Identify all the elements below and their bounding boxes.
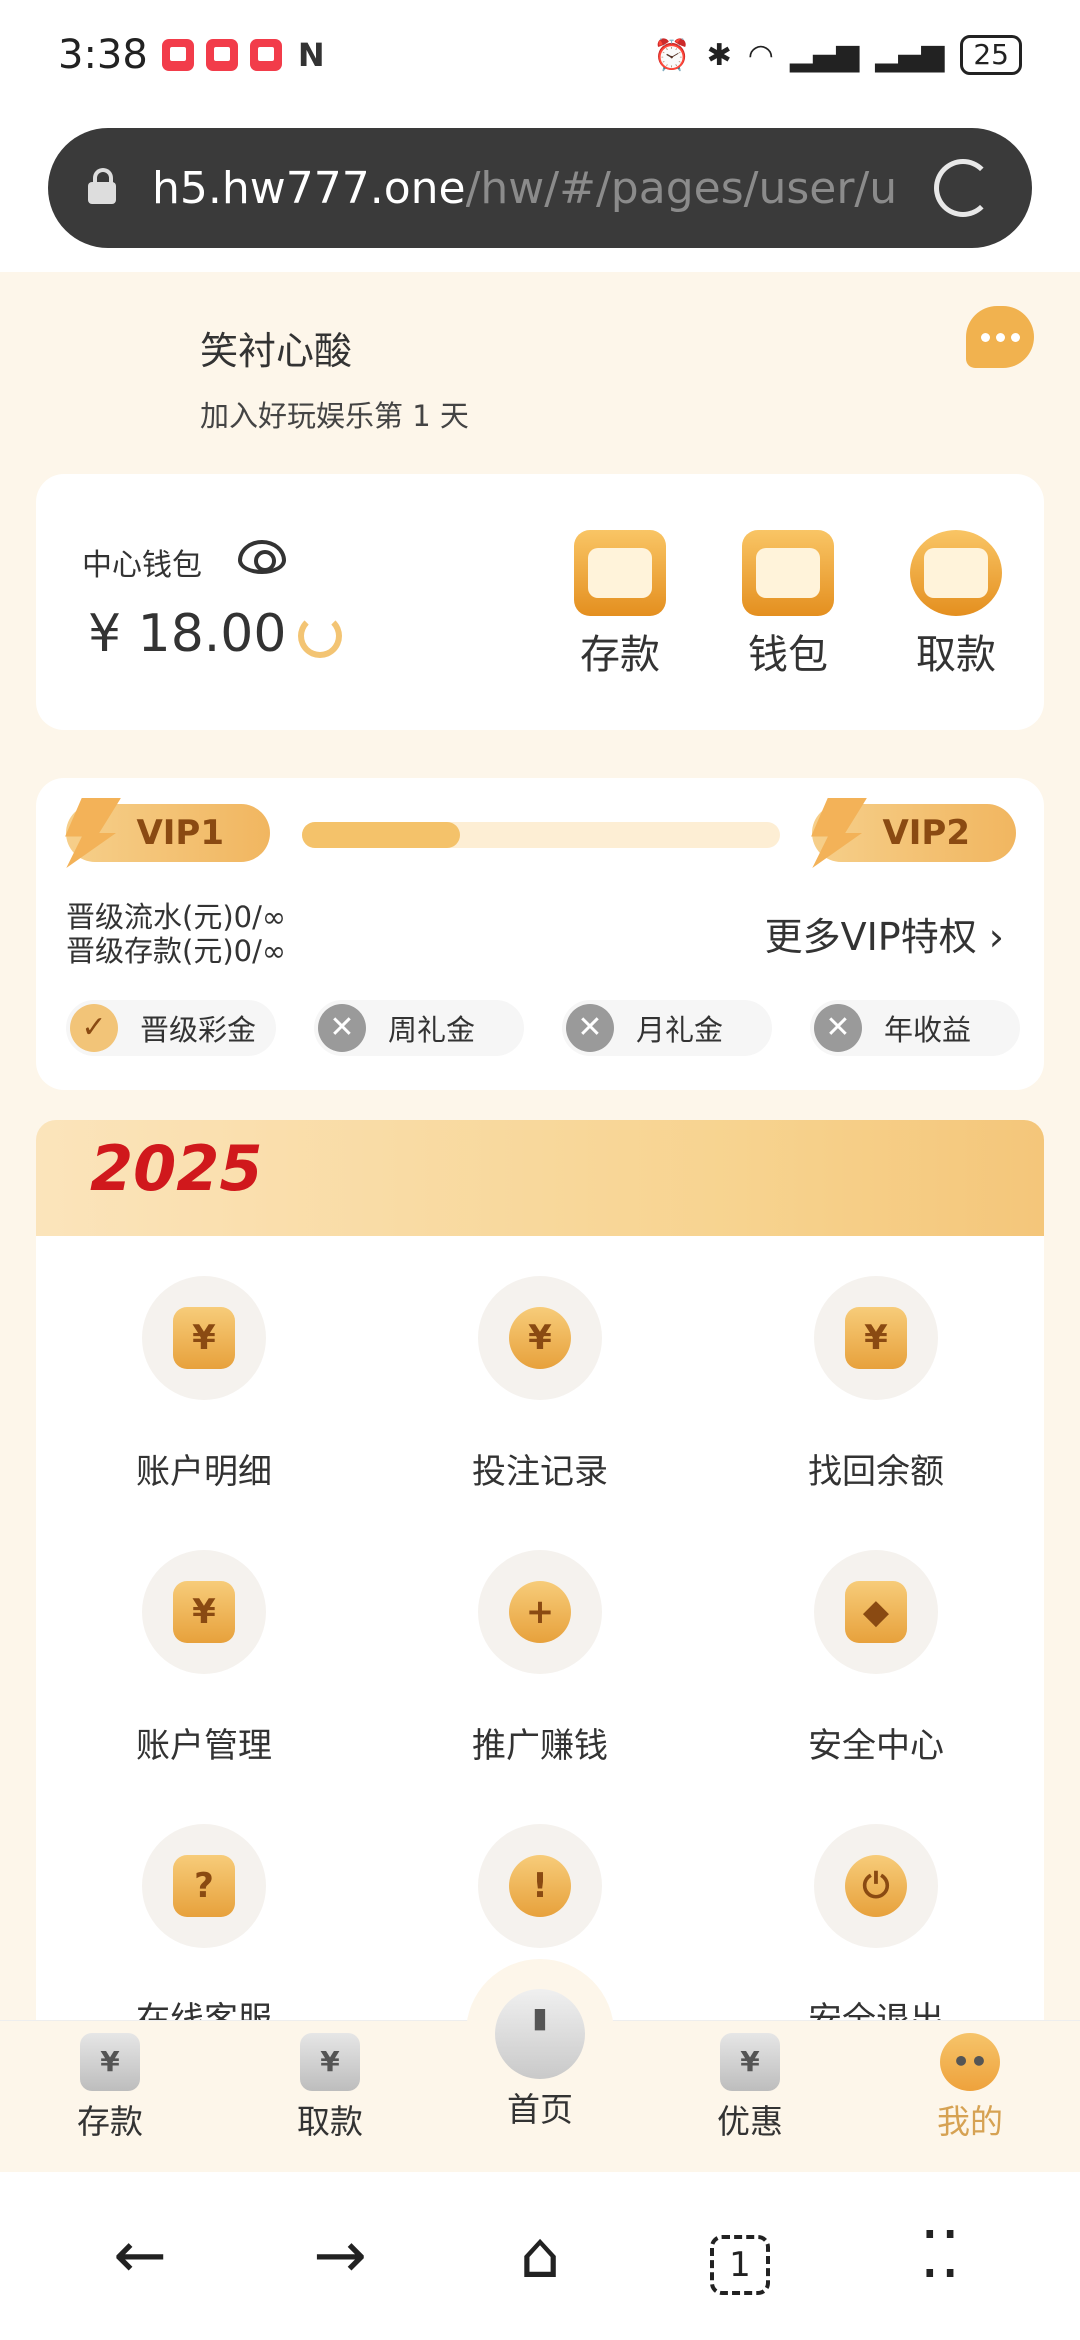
url-path: /hw/#/pages/user/u (465, 162, 896, 214)
alarm-icon: ⏰ (653, 37, 691, 73)
benefit-chip: ✕ 月礼金 (562, 1000, 772, 1056)
status-icons: ⏰ ✱ ◠ ▂▄▆ ▂▄▆ 25 (653, 35, 1022, 75)
menu-grid: ¥ 账户明细 ¥ 投注记录 ¥ 找回余额 ¥ 账户管理 + 推广赚钱 ◆ 安全中… (36, 1236, 1044, 2020)
tabs-button[interactable]: 1 (680, 2218, 800, 2295)
profile-icon: •• (940, 2033, 1000, 2091)
withdraw-icon: ¥ (300, 2033, 360, 2091)
help-icon: ? (173, 1855, 235, 1917)
power-icon: ⏻ (845, 1855, 907, 1917)
reload-icon[interactable] (934, 159, 992, 217)
tab-home[interactable]: ▮ 首页 (480, 1989, 600, 2131)
refresh-icon[interactable] (298, 614, 342, 658)
battery-icon: 25 (960, 35, 1022, 75)
year-logo: 2025 (90, 1132, 263, 1205)
withdraw-button[interactable]: 取款 (896, 530, 1016, 680)
deposit-requirement: 晋级存款(元)0/∞ (66, 934, 287, 968)
deposit-button[interactable]: 存款 (560, 530, 680, 680)
search-yen-icon: ¥ (845, 1307, 907, 1369)
vip-progress-bar (302, 822, 780, 848)
message-icon[interactable] (966, 306, 1034, 368)
next-vip-badge: VIP2 (812, 804, 1016, 862)
promotion-icon: ¥ (720, 2033, 780, 2091)
deposit-icon (574, 530, 666, 616)
snake-home-icon: ▮ (495, 1989, 585, 2079)
calendar-yen-icon: ¥ (173, 1307, 235, 1369)
user-info: 笑衬心酸 加入好玩娱乐第 1 天 (200, 320, 469, 435)
signal-icon: ▂▄▆ (789, 37, 860, 73)
browser-toolbar: h5.hw777.one /hw/#/pages/user/u (0, 110, 1080, 272)
wallet-button-label: 钱包 (748, 632, 828, 678)
add-user-icon: + (509, 1581, 571, 1643)
browser-nav-bar: ← → ⌂ 1 ⁚⁚ (0, 2172, 1080, 2340)
menu-account-details[interactable]: ¥ 账户明细 (36, 1276, 372, 1493)
bottom-tab-bar: ¥ 存款 ¥ 取款 ▮ 首页 ¥ 优惠 •• 我的 (0, 1959, 1080, 2172)
page-content: 笑衬心酸 加入好玩娱乐第 1 天 中心钱包 ¥ 18.00 存款 钱包 取款 V… (0, 272, 1080, 2020)
year-banner: 2025 (36, 1120, 1044, 1236)
vip-card: VIP1 VIP2 晋级流水(元)0/∞ 晋级存款(元)0/∞ 更多VIP特权 … (36, 778, 1044, 1090)
menu-logout[interactable]: ⏻ 安全退出 (708, 1824, 1044, 2020)
back-arrow-icon[interactable]: ← (80, 2219, 200, 2293)
benefit-chip: ✕ 周礼金 (314, 1000, 524, 1056)
benefit-chip: ✓ 晋级彩金 (66, 1000, 276, 1056)
wallet-card: 中心钱包 ¥ 18.00 存款 钱包 取款 (36, 474, 1044, 730)
close-icon: ✕ (566, 1004, 614, 1052)
menu-recover-balance[interactable]: ¥ 找回余额 (708, 1276, 1044, 1493)
coin-icon: ¥ (509, 1307, 571, 1369)
check-icon: ✓ (70, 1004, 118, 1052)
close-icon: ✕ (318, 1004, 366, 1052)
join-days: 加入好玩娱乐第 1 天 (200, 399, 469, 433)
menu-security-center[interactable]: ◆ 安全中心 (708, 1550, 1044, 1767)
menu-account-management[interactable]: ¥ 账户管理 (36, 1550, 372, 1767)
status-bar: 3:38 N ⏰ ✱ ◠ ▂▄▆ ▂▄▆ 25 (0, 0, 1080, 110)
account-settings-icon: ¥ (173, 1581, 235, 1643)
withdraw-label: 取款 (916, 632, 996, 678)
deposit-label: 存款 (580, 632, 660, 678)
bluetooth-icon: ✱ (706, 37, 732, 73)
wallet-label: 中心钱包 (82, 548, 202, 583)
address-bar[interactable]: h5.hw777.one /hw/#/pages/user/u (48, 128, 1032, 248)
wallet-button[interactable]: 钱包 (728, 530, 848, 680)
tab-withdraw[interactable]: ¥ 取款 (270, 2033, 390, 2143)
wallet-balance: ¥ 18.00 (88, 604, 287, 664)
eye-icon[interactable] (238, 540, 286, 574)
nfc-icon: N (297, 36, 325, 74)
home-icon[interactable]: ⌂ (480, 2219, 600, 2293)
url-host: h5.hw777.one (152, 162, 466, 214)
benefit-chip: ✕ 年收益 (810, 1000, 1020, 1056)
tab-promotions[interactable]: ¥ 优惠 (690, 2033, 810, 2143)
withdraw-icon (910, 530, 1002, 616)
menu-icon[interactable]: ⁚⁚ (880, 2219, 1000, 2293)
menu-customer-service[interactable]: ? 在线客服 (36, 1824, 372, 2020)
username: 笑衬心酸 (200, 329, 353, 373)
menu-promotion[interactable]: + 推广赚钱 (372, 1550, 708, 1767)
wifi-icon: ◠ (747, 37, 774, 73)
lightning-icon (55, 798, 121, 868)
clock: 3:38 (58, 32, 148, 78)
wallet-icon (742, 530, 834, 616)
current-vip-badge: VIP1 (66, 804, 270, 862)
notification-icon (161, 39, 194, 71)
lock-icon (88, 168, 116, 204)
more-vip-link[interactable]: 更多VIP特权 › (765, 906, 1004, 961)
lightning-icon (801, 798, 867, 868)
vip-benefits: ✓ 晋级彩金 ✕ 周礼金 ✕ 月礼金 ✕ 年收益 (66, 1000, 1020, 1056)
info-icon: ! (509, 1855, 571, 1917)
notification-icon (205, 39, 238, 71)
menu-bet-records[interactable]: ¥ 投注记录 (372, 1276, 708, 1493)
tab-mine[interactable]: •• 我的 (910, 2033, 1030, 2143)
shield-icon: ◆ (845, 1581, 907, 1643)
forward-arrow-icon[interactable]: → (280, 2219, 400, 2293)
close-icon: ✕ (814, 1004, 862, 1052)
vip-progress-fill (302, 822, 460, 848)
notification-icon (249, 39, 282, 71)
signal-icon: ▂▄▆ (875, 37, 945, 73)
deposit-icon: ¥ (80, 2033, 140, 2091)
tabs-icon: 1 (710, 2234, 770, 2295)
tab-deposit[interactable]: ¥ 存款 (50, 2033, 170, 2143)
